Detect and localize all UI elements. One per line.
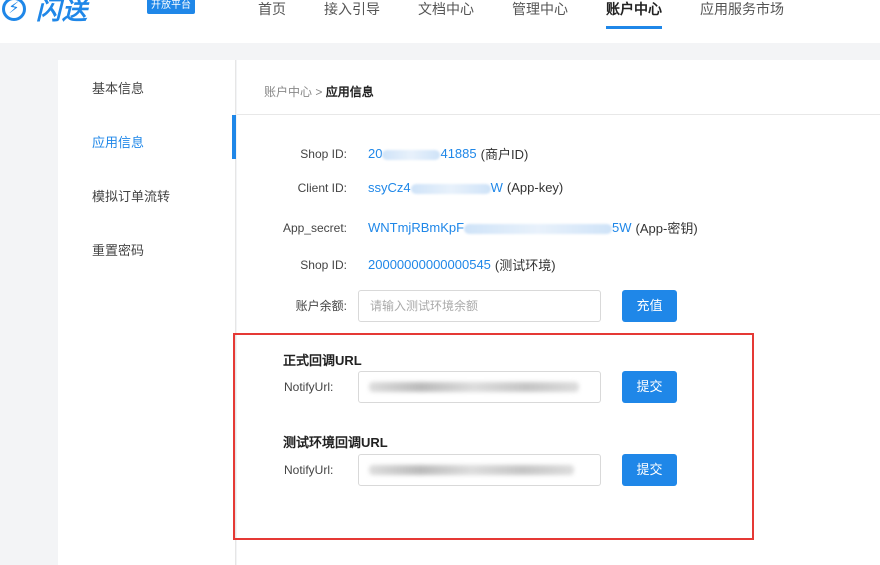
app-secret-note: (App-密钥) <box>635 221 698 236</box>
app-secret-row: App_secret: WNTmjRBmKpF 5W (App-密钥) <box>247 218 698 237</box>
balance-input[interactable]: 请输入测试环境余额 <box>358 290 601 322</box>
lightning-icon: ⚡ <box>2 0 26 21</box>
breadcrumb: 账户中心 > 应用信息 <box>264 83 374 100</box>
recharge-button[interactable]: 充值 <box>622 290 677 322</box>
header-divider <box>237 114 880 115</box>
nav-item-management[interactable]: 管理中心 <box>512 0 568 29</box>
breadcrumb-parent[interactable]: 账户中心 > <box>264 85 322 99</box>
sidebar: 基本信息 应用信息 模拟订单流转 重置密码 <box>58 60 236 565</box>
app-secret-label: App_secret: <box>282 220 347 235</box>
shop-id-label: Shop ID: <box>300 146 347 161</box>
nav-item-onboarding[interactable]: 接入引导 <box>324 0 380 29</box>
client-id-row: Client ID: ssyCz4 W (App-key) <box>247 180 564 195</box>
redacted-blur <box>410 183 491 194</box>
test-shop-id-label: Shop ID: <box>300 257 347 272</box>
shop-id-value: 20 41885 <box>368 146 477 161</box>
nav-item-docs[interactable]: 文档中心 <box>418 0 474 29</box>
balance-row: 账户余额: <box>247 297 347 314</box>
balance-label: 账户余额: <box>295 299 347 313</box>
nav-item-home[interactable]: 首页 <box>258 0 286 29</box>
client-id-value: ssyCz4 W <box>368 180 503 195</box>
shop-id-row: Shop ID: 20 41885 (商户ID) <box>247 144 528 163</box>
sidebar-item-basic-info[interactable]: 基本信息 <box>92 78 144 97</box>
sidebar-active-indicator <box>232 115 236 159</box>
sidebar-item-reset-password[interactable]: 重置密码 <box>92 240 144 259</box>
redacted-blur <box>464 223 613 234</box>
client-id-label: Client ID: <box>297 180 347 195</box>
nav-item-app-market[interactable]: 应用服务市场 <box>700 0 784 29</box>
redacted-blur <box>382 149 441 160</box>
brand-logo[interactable]: ⚡ 闪送 <box>2 0 89 25</box>
test-shop-id-row: Shop ID: 20000000000000545 (测试环境) <box>247 255 556 274</box>
sidebar-item-app-info[interactable]: 应用信息 <box>92 132 144 151</box>
main-nav: 首页 接入引导 文档中心 管理中心 账户中心 应用服务市场 <box>258 0 822 29</box>
brand-name: 闪送 <box>36 0 89 25</box>
open-platform-badge: 开放平台 <box>147 0 195 14</box>
test-shop-id-value: 20000000000000545 <box>368 257 491 272</box>
app-secret-value: WNTmjRBmKpF 5W <box>368 220 632 235</box>
top-navigation-bar: ⚡ 闪送 开放平台 首页 接入引导 文档中心 管理中心 账户中心 应用服务市场 <box>0 0 880 43</box>
highlight-box <box>233 333 754 540</box>
sidebar-item-simulate-order[interactable]: 模拟订单流转 <box>92 186 170 205</box>
breadcrumb-current: 应用信息 <box>325 85 374 99</box>
client-id-note: (App-key) <box>506 180 564 195</box>
nav-item-account[interactable]: 账户中心 <box>606 0 662 29</box>
test-shop-id-note: (测试环境) <box>494 258 556 273</box>
shop-id-note: (商户ID) <box>480 147 529 162</box>
